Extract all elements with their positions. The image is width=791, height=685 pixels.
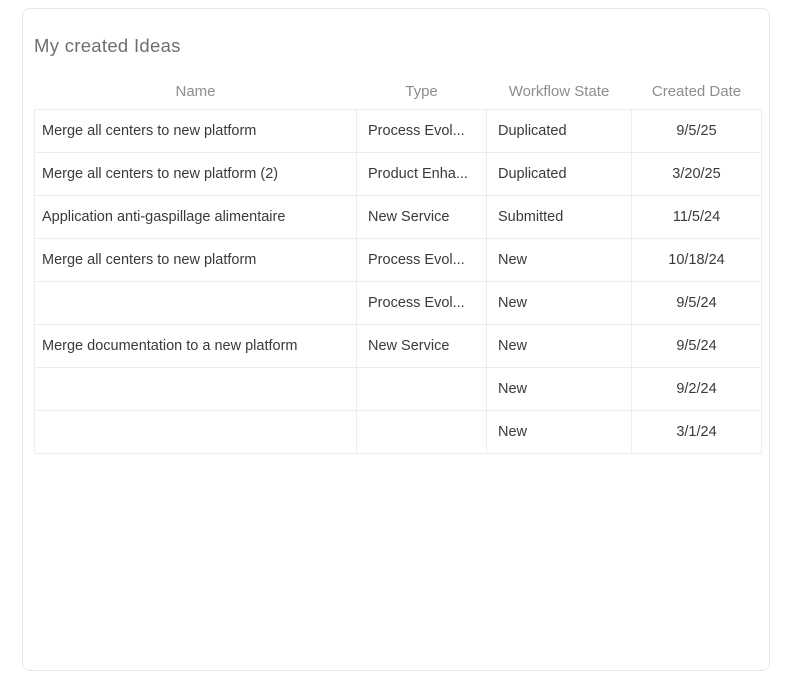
type-cell: Process Evol...	[357, 239, 487, 282]
workflow-state-cell: Duplicated	[487, 110, 632, 153]
created-date-cell: 9/2/24	[632, 368, 762, 411]
workflow-state-cell: New	[487, 239, 632, 282]
workflow-state-cell: New	[487, 411, 632, 454]
created-date-cell: 3/1/24	[632, 411, 762, 454]
name-cell	[35, 282, 357, 325]
workflow-state-cell: New	[487, 325, 632, 368]
type-cell: Product Enha...	[357, 153, 487, 196]
name-cell: Merge all centers to new platform	[35, 239, 357, 282]
name-cell	[35, 368, 357, 411]
type-cell: New Service	[357, 325, 487, 368]
type-cell	[357, 411, 487, 454]
created-date-cell: 9/5/24	[632, 282, 762, 325]
name-cell: Application anti-gaspillage alimentaire	[35, 196, 357, 239]
column-header-workflow-state: Workflow State	[487, 57, 632, 110]
ideas-table: Name Type Workflow State Created Date Me…	[34, 57, 762, 454]
created-date-cell: 9/5/24	[632, 325, 762, 368]
ideas-table-header: Name Type Workflow State Created Date	[35, 57, 762, 110]
table-row[interactable]: Merge documentation to a new platformNew…	[35, 325, 762, 368]
workflow-state-cell: Duplicated	[487, 153, 632, 196]
name-cell	[35, 411, 357, 454]
type-cell: New Service	[357, 196, 487, 239]
table-row[interactable]: Application anti-gaspillage alimentaireN…	[35, 196, 762, 239]
table-row[interactable]: New9/2/24	[35, 368, 762, 411]
name-cell: Merge documentation to a new platform	[35, 325, 357, 368]
ideas-table-body: Merge all centers to new platformProcess…	[35, 110, 762, 454]
name-cell: Merge all centers to new platform (2)	[35, 153, 357, 196]
created-date-cell: 3/20/25	[632, 153, 762, 196]
type-cell: Process Evol...	[357, 282, 487, 325]
created-date-cell: 11/5/24	[632, 196, 762, 239]
table-row[interactable]: Process Evol...New9/5/24	[35, 282, 762, 325]
column-header-created-date: Created Date	[632, 57, 762, 110]
table-row[interactable]: Merge all centers to new platform (2)Pro…	[35, 153, 762, 196]
ideas-table-wrapper: Name Type Workflow State Created Date Me…	[34, 57, 761, 454]
column-header-name: Name	[35, 57, 357, 110]
table-row[interactable]: Merge all centers to new platformProcess…	[35, 110, 762, 153]
my-created-ideas-card: My created Ideas Name Type Workflow Stat…	[22, 8, 770, 671]
column-header-type: Type	[357, 57, 487, 110]
type-cell	[357, 368, 487, 411]
workflow-state-cell: New	[487, 368, 632, 411]
table-row[interactable]: New3/1/24	[35, 411, 762, 454]
created-date-cell: 10/18/24	[632, 239, 762, 282]
created-date-cell: 9/5/25	[632, 110, 762, 153]
type-cell: Process Evol...	[357, 110, 487, 153]
table-row[interactable]: Merge all centers to new platformProcess…	[35, 239, 762, 282]
name-cell: Merge all centers to new platform	[35, 110, 357, 153]
workflow-state-cell: New	[487, 282, 632, 325]
header-row: Name Type Workflow State Created Date	[35, 57, 762, 110]
workflow-state-cell: Submitted	[487, 196, 632, 239]
card-title: My created Ideas	[34, 35, 769, 57]
